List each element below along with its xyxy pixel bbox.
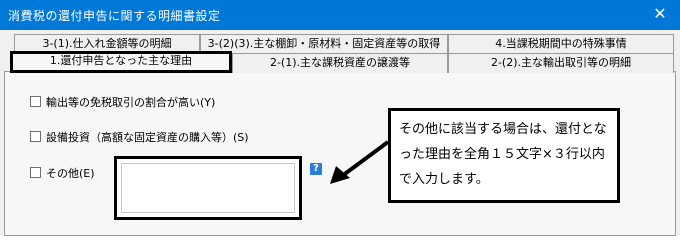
other-reason-label[interactable]: その他(E) bbox=[46, 165, 95, 181]
tab-inventory-assets[interactable]: 3-(2)(3).主な棚卸・原材料・固定資産等の取得 bbox=[200, 34, 448, 54]
callout-note: その他に該当する場合は、還付となった理由を全角１５文字×３行以内で入力します。 bbox=[388, 108, 620, 203]
callout-text: その他に該当する場合は、還付となった理由を全角１５文字×３行以内で入力します。 bbox=[399, 122, 607, 187]
callout-arrow-icon bbox=[330, 140, 390, 184]
other-reason-input[interactable] bbox=[121, 163, 295, 213]
tab-export-transactions[interactable]: 2-(2).主な輸出取引等の明細 bbox=[448, 53, 674, 73]
other-reason-textbox-frame bbox=[114, 156, 302, 220]
export-ratio-checkbox[interactable] bbox=[30, 96, 41, 107]
tab-refund-reason[interactable]: 1.還付申告となった主な理由 bbox=[10, 51, 232, 73]
tab-special-circumstances[interactable]: 4.当課税期間中の特殊事情 bbox=[448, 34, 674, 54]
capital-investment-checkbox[interactable] bbox=[30, 131, 41, 142]
close-icon[interactable]: ✕ bbox=[640, 0, 680, 30]
window-title: 消費税の還付申告に関する明細書設定 bbox=[8, 9, 221, 23]
help-icon[interactable]: ? bbox=[310, 163, 322, 175]
other-reason-checkbox[interactable] bbox=[30, 167, 41, 178]
capital-investment-label[interactable]: 設備投資（高額な固定資産の購入等）(S) bbox=[46, 129, 249, 145]
export-ratio-label[interactable]: 輸出等の免税取引の割合が高い(Y) bbox=[46, 94, 215, 110]
tab-taxable-transfers[interactable]: 2-(1).主な課税資産の譲渡等 bbox=[232, 53, 448, 73]
title-bar: 消費税の還付申告に関する明細書設定 ✕ bbox=[0, 0, 680, 30]
